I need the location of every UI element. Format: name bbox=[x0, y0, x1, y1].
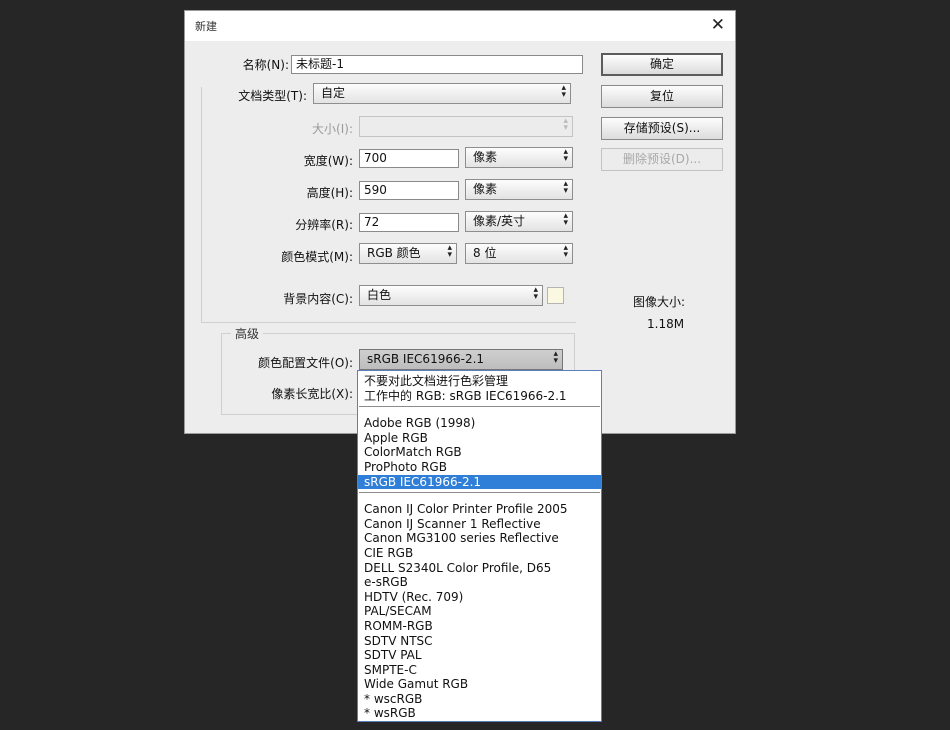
background-value: 白色 bbox=[367, 288, 392, 302]
ok-button[interactable]: 确定 bbox=[601, 53, 723, 76]
dropdown-item[interactable]: SDTV NTSC bbox=[358, 634, 601, 649]
preset-label: 文档类型(T): bbox=[238, 89, 307, 103]
color-profile-dropdown-list[interactable]: 不要对此文档进行色彩管理 工作中的 RGB: sRGB IEC61966-2.1 … bbox=[357, 370, 602, 722]
color-profile-select[interactable]: sRGB IEC61966-2.1 ▴ ▾ bbox=[359, 349, 563, 370]
title-bar: 新建 ✕ bbox=[185, 11, 735, 41]
updown-arrow-icon: ▴ ▾ bbox=[563, 179, 568, 196]
dropdown-group-other: Canon IJ Color Printer Profile 2005 Canon… bbox=[358, 502, 601, 721]
preset-select[interactable]: 自定 ▴ ▾ bbox=[313, 83, 571, 104]
dropdown-item[interactable]: ProPhoto RGB bbox=[358, 460, 601, 475]
dropdown-item[interactable]: Canon MG3100 series Reflective bbox=[358, 531, 601, 546]
color-profile-value: sRGB IEC61966-2.1 bbox=[367, 352, 485, 366]
updown-arrow-icon: ▴ ▾ bbox=[553, 349, 558, 366]
dropdown-separator bbox=[359, 406, 600, 408]
updown-arrow-icon: ▴ ▾ bbox=[563, 116, 568, 133]
name-label: 名称(N): bbox=[242, 58, 289, 72]
image-size-label: 图像大小: bbox=[633, 295, 686, 309]
dropdown-item[interactable]: ROMM-RGB bbox=[358, 619, 601, 634]
background-color-swatch[interactable] bbox=[547, 287, 564, 304]
dropdown-item[interactable]: Adobe RGB (1998) bbox=[358, 416, 601, 431]
dropdown-item[interactable]: DELL S2340L Color Profile, D65 bbox=[358, 561, 601, 576]
dropdown-item[interactable]: 工作中的 RGB: sRGB IEC61966-2.1 bbox=[358, 389, 601, 404]
dialog-title: 新建 bbox=[195, 20, 217, 33]
dropdown-item[interactable]: Canon IJ Color Printer Profile 2005 bbox=[358, 502, 601, 517]
dropdown-item[interactable]: HDTV (Rec. 709) bbox=[358, 590, 601, 605]
dropdown-group-standard: Adobe RGB (1998) Apple RGB ColorMatch RGB P… bbox=[358, 416, 601, 490]
save-preset-button[interactable]: 存储预设(S)... bbox=[601, 117, 723, 140]
close-icon[interactable]: ✕ bbox=[711, 15, 725, 35]
delete-preset-button: 删除预设(D)... bbox=[601, 148, 723, 171]
advanced-group-title: 高级 bbox=[231, 325, 264, 342]
name-input[interactable]: 未标题-1 bbox=[291, 55, 583, 74]
reset-button[interactable]: 复位 bbox=[601, 85, 723, 108]
background-label: 背景内容(C): bbox=[283, 292, 353, 306]
image-size-value: 1.18M bbox=[647, 317, 685, 331]
width-unit-select[interactable]: 像素 ▴ ▾ bbox=[465, 147, 573, 168]
dropdown-gap bbox=[358, 495, 601, 502]
updown-arrow-icon: ▴ ▾ bbox=[561, 83, 566, 100]
dropdown-item[interactable]: e-sRGB bbox=[358, 575, 601, 590]
color-mode-select[interactable]: RGB 颜色 ▴ ▾ bbox=[359, 243, 457, 264]
dropdown-item[interactable]: * wsRGB bbox=[358, 706, 601, 721]
dropdown-group-working: 不要对此文档进行色彩管理 工作中的 RGB: sRGB IEC61966-2.1 bbox=[358, 374, 601, 403]
size-select: ▴ ▾ bbox=[359, 116, 573, 137]
height-unit-value: 像素 bbox=[473, 182, 498, 196]
dropdown-item[interactable]: CIE RGB bbox=[358, 546, 601, 561]
width-input[interactable]: 700 bbox=[359, 149, 459, 168]
dropdown-gap bbox=[358, 409, 601, 416]
size-label: 大小(I): bbox=[312, 122, 353, 136]
color-mode-label: 颜色模式(M): bbox=[281, 250, 353, 264]
color-profile-label: 颜色配置文件(O): bbox=[258, 356, 353, 370]
dropdown-item[interactable]: SDTV PAL bbox=[358, 648, 601, 663]
bit-depth-select[interactable]: 8 位 ▴ ▾ bbox=[465, 243, 573, 264]
resolution-label: 分辨率(R): bbox=[295, 218, 353, 232]
updown-arrow-icon: ▴ ▾ bbox=[563, 243, 568, 260]
updown-arrow-icon: ▴ ▾ bbox=[533, 285, 538, 302]
dropdown-item[interactable]: Canon IJ Scanner 1 Reflective bbox=[358, 517, 601, 532]
width-unit-value: 像素 bbox=[473, 150, 498, 164]
width-label: 宽度(W): bbox=[303, 154, 353, 168]
dropdown-item[interactable]: Wide Gamut RGB bbox=[358, 677, 601, 692]
dropdown-item[interactable]: * wscRGB bbox=[358, 692, 601, 707]
height-input[interactable]: 590 bbox=[359, 181, 459, 200]
dropdown-item[interactable]: ColorMatch RGB bbox=[358, 445, 601, 460]
resolution-unit-select[interactable]: 像素/英寸 ▴ ▾ bbox=[465, 211, 573, 232]
resolution-input[interactable]: 72 bbox=[359, 213, 459, 232]
height-label: 高度(H): bbox=[306, 186, 353, 200]
dropdown-item[interactable]: SMPTE-C bbox=[358, 663, 601, 678]
height-unit-select[interactable]: 像素 ▴ ▾ bbox=[465, 179, 573, 200]
pixel-aspect-label: 像素长宽比(X): bbox=[271, 387, 353, 401]
updown-arrow-icon: ▴ ▾ bbox=[447, 243, 452, 260]
updown-arrow-icon: ▴ ▾ bbox=[563, 211, 568, 228]
dropdown-separator bbox=[359, 492, 600, 494]
updown-arrow-icon: ▴ ▾ bbox=[563, 147, 568, 164]
color-mode-value: RGB 颜色 bbox=[367, 246, 421, 260]
bit-depth-value: 8 位 bbox=[473, 246, 497, 260]
preset-value: 自定 bbox=[321, 86, 346, 100]
background-select[interactable]: 白色 ▴ ▾ bbox=[359, 285, 543, 306]
dropdown-item[interactable]: PAL/SECAM bbox=[358, 604, 601, 619]
dropdown-item-selected[interactable]: sRGB IEC61966-2.1 bbox=[358, 474, 601, 490]
dropdown-item[interactable]: 不要对此文档进行色彩管理 bbox=[358, 374, 601, 389]
dropdown-item[interactable]: Apple RGB bbox=[358, 431, 601, 446]
resolution-unit-value: 像素/英寸 bbox=[473, 214, 526, 228]
